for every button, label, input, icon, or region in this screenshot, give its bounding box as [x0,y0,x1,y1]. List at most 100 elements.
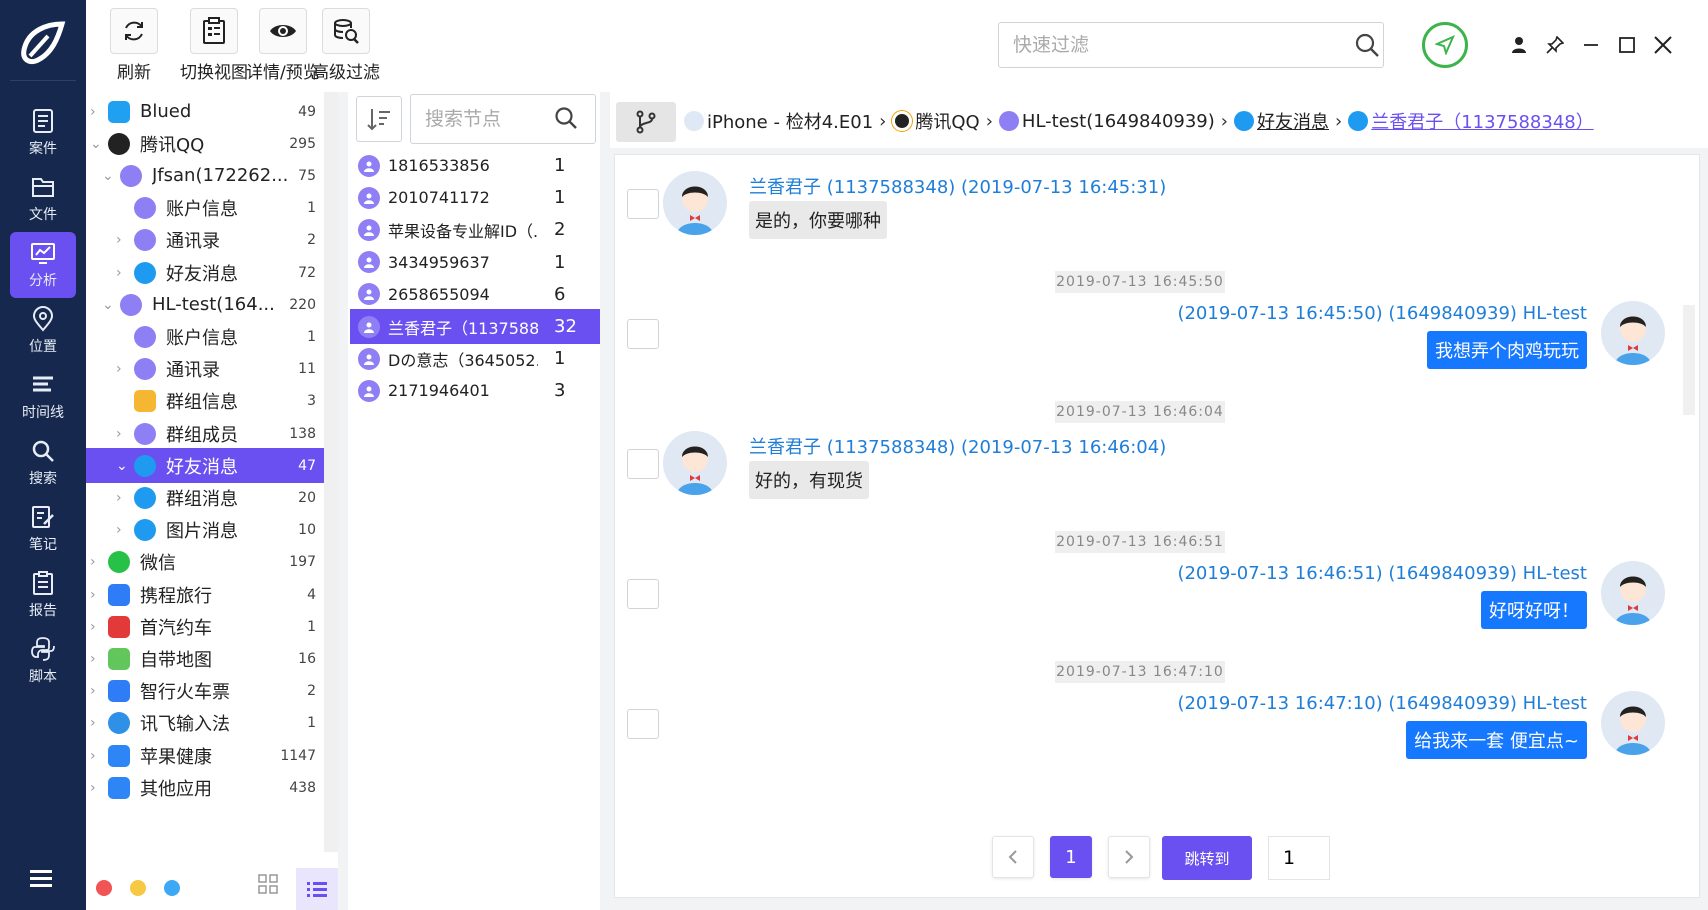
contact-row[interactable]: 苹果设备专业解ID（... 2 [350,212,600,247]
chevron-right-icon[interactable]: › [90,781,104,795]
contact-row[interactable]: 兰香君子（1137588... 32 [350,309,600,344]
chevron-right-icon[interactable]: › [90,105,104,119]
tree-row[interactable]: › 其他应用 438 [86,770,324,805]
tree-row[interactable]: › 图片消息 10 [86,513,324,548]
pin-icon[interactable] [1540,30,1570,60]
chevron-right-icon[interactable]: › [116,233,130,247]
nav-item-case[interactable]: 案件 [10,100,76,166]
chevron-right-icon[interactable]: › [90,588,104,602]
avatar[interactable] [663,171,727,235]
nav-item-notes[interactable]: 笔记 [10,496,76,562]
nav-item-files[interactable]: 文件 [10,166,76,232]
chevron-right-icon[interactable]: › [90,716,104,730]
tree-row[interactable]: ⌄ Jfsan(172262... 75 [86,158,324,193]
branch-button[interactable] [616,102,676,142]
chevron-right-icon[interactable]: › [90,684,104,698]
avatar[interactable] [1601,691,1665,755]
avatar[interactable] [1601,301,1665,365]
next-page-button[interactable] [1108,836,1150,878]
yellow-dot-icon[interactable] [130,880,146,896]
avatar[interactable] [1601,561,1665,625]
tree-row[interactable]: › 讯飞输入法 1 [86,706,324,741]
chevron-right-icon[interactable]: › [116,427,130,441]
chevron-right-icon[interactable]: › [116,523,130,537]
tree-row[interactable]: 账户信息 1 [86,191,324,226]
message-bubble[interactable]: 好的，有现货 [749,461,869,499]
chevron-down-icon[interactable]: ⌄ [102,298,116,312]
tree-row[interactable]: › Blued 49 [86,94,324,129]
refresh-button[interactable]: 刷新 [110,8,158,83]
tree-row[interactable]: ⌄ HL-test(164... 220 [86,287,324,322]
send-icon[interactable] [1422,22,1468,68]
message-bubble[interactable]: 给我来一套 便宜点~ [1406,721,1587,759]
tree-row[interactable]: › 好友消息 72 [86,255,324,290]
nav-item-analysis[interactable]: 分析 [10,232,76,298]
chevron-down-icon[interactable]: ⌄ [116,459,130,473]
hamburger-menu-icon[interactable] [30,868,56,890]
tree-scrollbar[interactable] [324,92,338,852]
tree-row[interactable]: ⌄ 腾讯QQ 295 [86,126,324,161]
contact-row[interactable]: 2171946401 3 [350,373,600,408]
jump-to-button[interactable]: 跳转到 [1162,836,1252,880]
tree-row[interactable]: › 微信 197 [86,545,324,580]
minimize-icon[interactable] [1576,30,1606,60]
message-bubble[interactable]: 好呀好呀！ [1481,591,1587,629]
tree-row[interactable]: › 群组成员 138 [86,416,324,451]
breadcrumb-app[interactable]: 腾讯QQ [915,108,979,134]
sort-button[interactable] [356,96,402,142]
chat-scrollbar[interactable] [1683,305,1695,415]
nav-item-script[interactable]: 脚本 [10,628,76,694]
contact-row[interactable]: 2010741172 1 [350,180,600,215]
chevron-down-icon[interactable]: ⌄ [90,137,104,151]
chevron-right-icon[interactable]: › [90,652,104,666]
message-bubble[interactable]: 是的，你要哪种 [749,201,887,239]
contact-row[interactable]: Dの意志（3645052... 1 [350,341,600,376]
breadcrumb-account[interactable]: HL-test(1649840939) [1022,111,1215,132]
search-icon[interactable] [1354,32,1380,62]
search-icon[interactable] [554,106,578,134]
jump-page-input[interactable] [1268,836,1330,880]
message-checkbox[interactable] [627,709,659,739]
tree-row[interactable]: › 携程旅行 4 [86,577,324,612]
tree-row[interactable]: › 首汽约车 1 [86,609,324,644]
blue-dot-icon[interactable] [164,880,180,896]
list-view-icon[interactable] [296,868,338,910]
tree-row[interactable]: › 苹果健康 1147 [86,738,324,773]
red-dot-icon[interactable] [96,880,112,896]
contact-row[interactable]: 1816533856 1 [350,148,600,183]
tree-row[interactable]: › 通讯录 2 [86,223,324,258]
page-number-button[interactable]: 1 [1050,836,1092,878]
advanced-filter-button[interactable]: 高级过滤 [312,8,380,83]
chevron-right-icon[interactable]: › [116,362,130,376]
nav-item-search[interactable]: 搜索 [10,430,76,496]
chevron-right-icon[interactable]: › [116,491,130,505]
nav-item-report[interactable]: 报告 [10,562,76,628]
message-checkbox[interactable] [627,189,659,219]
message-checkbox[interactable] [627,319,659,349]
tree-row[interactable]: › 智行火车票 2 [86,674,324,709]
chevron-right-icon[interactable]: › [90,620,104,634]
avatar[interactable] [663,431,727,495]
contact-row[interactable]: 3434959637 1 [350,245,600,280]
chevron-right-icon[interactable]: › [90,749,104,763]
message-checkbox[interactable] [627,579,659,609]
message-checkbox[interactable] [627,449,659,479]
prev-page-button[interactable] [992,836,1034,878]
switch-view-button[interactable]: 切换视图 [180,8,248,83]
tree-row[interactable]: › 通讯录 11 [86,352,324,387]
contact-row[interactable]: 2658655094 6 [350,277,600,312]
tree-row[interactable]: 群组信息 3 [86,384,324,419]
chevron-down-icon[interactable]: ⌄ [102,169,116,183]
chevron-right-icon[interactable]: › [90,555,104,569]
detail-preview-button[interactable]: 详情/预览 [246,8,320,83]
tree-row[interactable]: ⌄ 好友消息 47 [86,448,324,484]
tree-row[interactable]: 账户信息 1 [86,319,324,354]
grid-view-icon[interactable] [258,874,282,898]
message-bubble[interactable]: 我想弄个肉鸡玩玩 [1427,331,1587,369]
user-icon[interactable] [1504,30,1534,60]
nav-item-timeline[interactable]: 时间线 [10,364,76,430]
maximize-icon[interactable] [1612,30,1642,60]
breadcrumb-device[interactable]: iPhone - 检材4.E01 [707,108,873,134]
chevron-right-icon[interactable]: › [116,266,130,280]
tree-row[interactable]: › 自带地图 16 [86,641,324,676]
